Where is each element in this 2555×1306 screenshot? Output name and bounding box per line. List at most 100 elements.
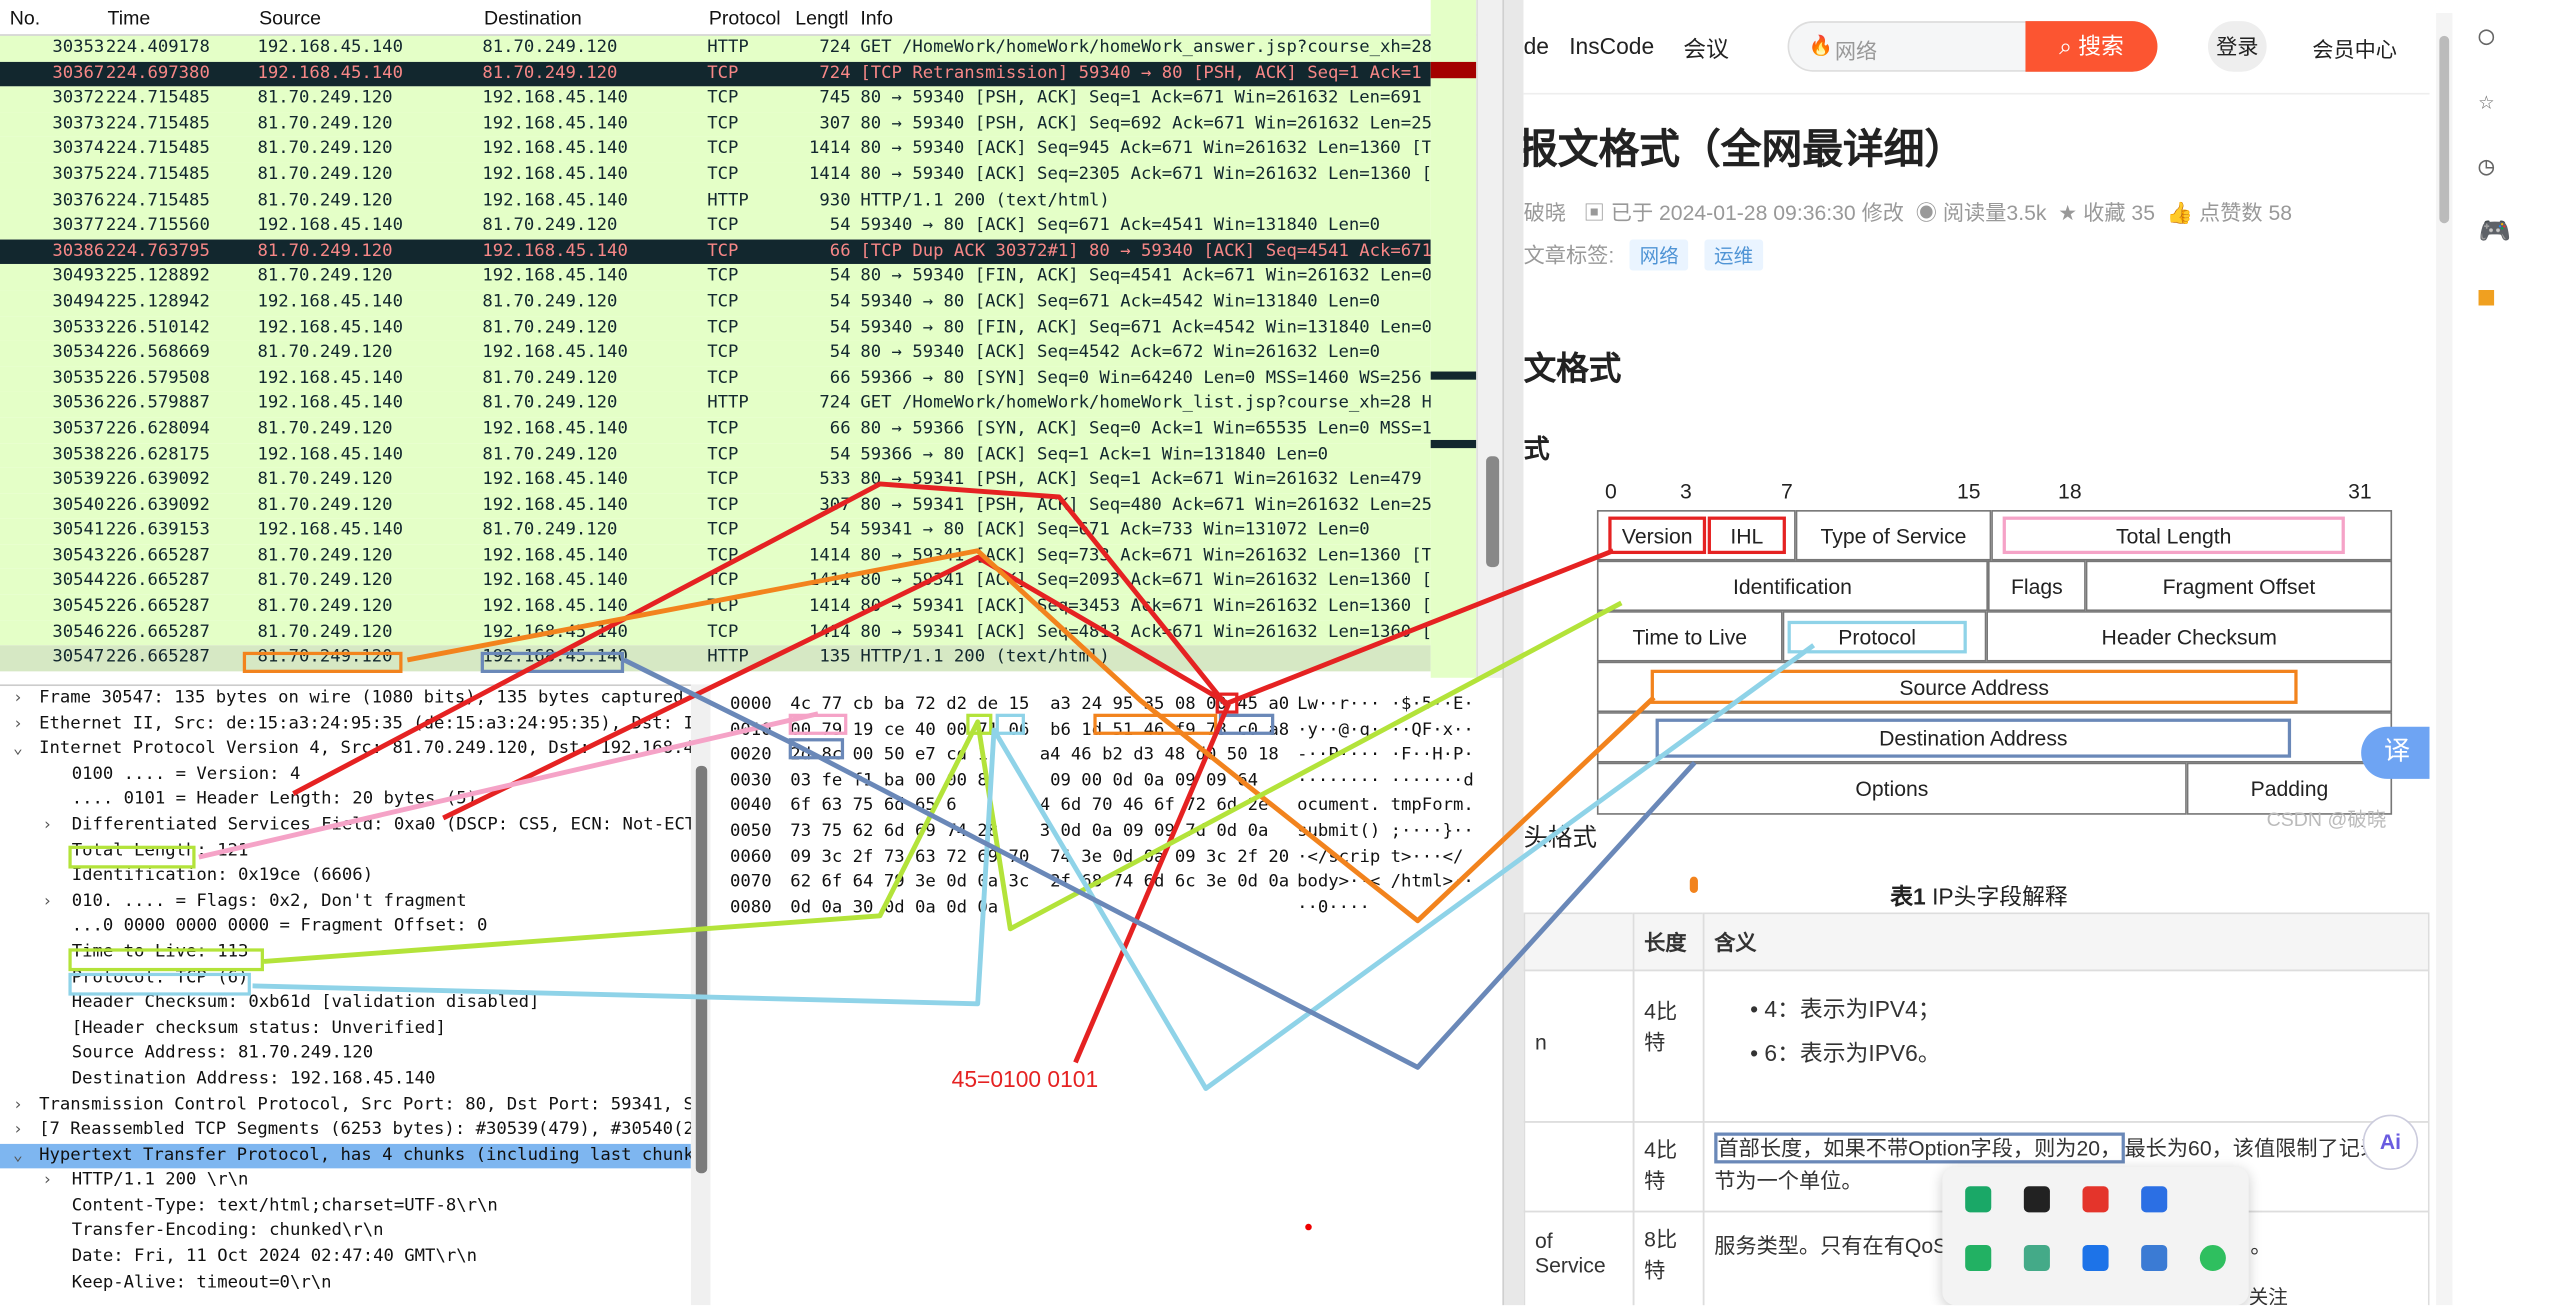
- expand-chevron-icon[interactable]: ›: [13, 686, 23, 711]
- nav-partial[interactable]: de: [1524, 33, 1549, 59]
- packet-row[interactable]: 30536 226.579887 192.168.45.140 81.70.249.1…: [0, 391, 1431, 417]
- hex-row[interactable]: 0060 09 3c 2f 73 63 72 69 70 74 3e 0d 0a …: [717, 845, 1502, 870]
- packet-row[interactable]: 30540 226.639092 81.70.249.120 192.168.45.1…: [0, 493, 1431, 519]
- hex-row[interactable]: 0080 0d 0a 30 0d 0a 0d 0a ··0····: [717, 896, 1502, 921]
- col-length[interactable]: Lengtl: [795, 7, 848, 30]
- author-name[interactable]: 破晓: [1524, 200, 1566, 224]
- details-scrollbar[interactable]: [690, 684, 711, 1306]
- packet-row[interactable]: 30537 226.628094 81.70.249.120 192.168.45.1…: [0, 416, 1431, 443]
- expand-chevron-icon[interactable]: ›: [13, 1093, 23, 1118]
- translate-button[interactable]: 译: [2361, 726, 2430, 779]
- packet-row[interactable]: 30377 224.715560 192.168.45.140 81.70.249.1…: [0, 213, 1431, 240]
- packet-row[interactable]: 30367 224.697380 192.168.45.140 81.70.249.1…: [0, 61, 1431, 87]
- detail-line[interactable]: ⌄ Hypertext Transfer Protocol, has 4 chun…: [0, 1143, 691, 1169]
- packet-cell: TCP: [707, 367, 739, 388]
- packet-minimap[interactable]: [1430, 0, 1477, 678]
- bluetooth-icon[interactable]: [2082, 1244, 2109, 1272]
- expand-chevron-icon[interactable]: ›: [42, 813, 52, 838]
- detail-line[interactable]: [Header checksum status: Unverified]: [0, 1016, 691, 1041]
- app-tray-icon-2[interactable]: [2023, 1186, 2050, 1213]
- packet-row[interactable]: 30541 226.639153 192.168.45.140 81.70.249.1…: [0, 518, 1431, 545]
- vip-center-link[interactable]: 会员中心: [2312, 33, 2397, 64]
- expand-chevron-icon[interactable]: ⌄: [13, 737, 23, 762]
- ai-assistant-button[interactable]: Ai: [2362, 1114, 2419, 1170]
- window-divider[interactable]: [1502, 0, 1524, 1306]
- packet-row[interactable]: 30374 224.715485 81.70.249.120 192.168.45.1…: [0, 137, 1431, 163]
- page-scrollbar[interactable]: [2436, 13, 2453, 1306]
- packet-row[interactable]: 30375 224.715485 81.70.249.120 192.168.45.1…: [0, 162, 1431, 189]
- detail-line[interactable]: Transfer-Encoding: chunked\r\n: [0, 1220, 691, 1245]
- packet-row[interactable]: 30372 224.715485 81.70.249.120 192.168.45.1…: [0, 86, 1431, 113]
- packet-row[interactable]: 30535 226.579508 192.168.45.140 81.70.249.1…: [0, 366, 1431, 392]
- game-icon[interactable]: 🎮: [2478, 215, 2510, 246]
- col-info[interactable]: Info: [860, 7, 893, 30]
- search-icon[interactable]: ○: [2478, 20, 2494, 51]
- wechat-icon[interactable]: [2199, 1244, 2226, 1272]
- packet-cell: 81.70.249.120: [257, 596, 393, 617]
- sync-icon[interactable]: [2023, 1244, 2050, 1272]
- hex-row[interactable]: 0070 62 6f 64 79 3e 0d 0a 3c 2f 68 74 6d …: [717, 870, 1502, 895]
- toolbox-icon[interactable]: ■: [2478, 280, 2494, 311]
- detail-line[interactable]: Content-Type: text/html;charset=UTF-8\r\…: [0, 1194, 691, 1219]
- col-destination[interactable]: Destination: [484, 7, 582, 30]
- nav-meeting[interactable]: 会议: [1683, 33, 1729, 66]
- follow-button[interactable]: 关注: [2249, 1282, 2288, 1306]
- detail-line[interactable]: 0100 .... = Version: 4: [0, 762, 691, 787]
- app-tray-icon-3[interactable]: [2082, 1186, 2109, 1213]
- tag-ops[interactable]: 运维: [1704, 239, 1763, 271]
- col-source[interactable]: Source: [259, 7, 321, 30]
- packet-row[interactable]: 30544 226.665287 81.70.249.120 192.168.45.1…: [0, 569, 1431, 595]
- packet-row[interactable]: 30546 226.665287 81.70.249.120 192.168.45.1…: [0, 620, 1431, 646]
- app-tray-icon-1[interactable]: [1965, 1186, 1992, 1213]
- app-tray-icon-5[interactable]: [1965, 1244, 1992, 1272]
- detail-line[interactable]: › Ethernet II, Src: de:15:a3:24:95:35 (de…: [0, 711, 691, 736]
- hex-row[interactable]: 0040 6f 63 75 6d 65 6 4 6d 70 46 6f 72 6d…: [717, 794, 1502, 819]
- detail-line[interactable]: ⌄ Internet Protocol Version 4, Src: 81.70…: [0, 737, 691, 762]
- detail-line[interactable]: › [7 Reassembled TCP Segments (6253 bytes…: [0, 1118, 691, 1143]
- detail-line[interactable]: › 010. .... = Flags: 0x2, Don't fragment: [0, 889, 691, 914]
- packet-row[interactable]: 30539 226.639092 81.70.249.120 192.168.45.1…: [0, 467, 1431, 494]
- packet-row[interactable]: 30376 224.715485 81.70.249.120 192.168.45.1…: [0, 188, 1431, 214]
- star-icon[interactable]: ☆: [2478, 85, 2494, 116]
- packet-row[interactable]: 30533 226.510142 192.168.45.140 81.70.249.1…: [0, 315, 1431, 341]
- tag-network[interactable]: 网络: [1629, 239, 1689, 271]
- history-icon[interactable]: ◷: [2478, 150, 2494, 181]
- expand-chevron-icon[interactable]: ›: [13, 711, 23, 736]
- nav-inscode[interactable]: InsCode: [1569, 33, 1654, 59]
- col-protocol[interactable]: Protocol: [709, 7, 781, 30]
- expand-chevron-icon[interactable]: ›: [13, 1118, 23, 1143]
- packet-row[interactable]: 30494 225.128942 192.168.45.140 81.70.249.1…: [0, 289, 1431, 316]
- packet-row[interactable]: 30543 226.665287 81.70.249.120 192.168.45.1…: [0, 544, 1431, 570]
- packet-row[interactable]: 30493 225.128892 81.70.249.120 192.168.45.1…: [0, 264, 1431, 290]
- detail-line[interactable]: Keep-Alive: timeout=0\r\n: [0, 1270, 691, 1295]
- packet-row[interactable]: 30373 224.715485 81.70.249.120 192.168.45.1…: [0, 112, 1431, 138]
- detail-line[interactable]: Destination Address: 192.168.45.140: [0, 1067, 691, 1092]
- packet-row[interactable]: 30386 224.763795 81.70.249.120 192.168.45.1…: [0, 239, 1431, 265]
- packet-row[interactable]: 30538 226.628175 192.168.45.140 81.70.249.1…: [0, 442, 1431, 468]
- packet-row[interactable]: 30353 224.409178 192.168.45.140 81.70.249.1…: [0, 35, 1431, 62]
- detail-line[interactable]: › Frame 30547: 135 bytes on wire (1080 bi…: [0, 686, 691, 711]
- detail-line[interactable]: › Differentiated Services Field: 0xa0 (DS…: [0, 813, 691, 838]
- packet-row[interactable]: 30534 226.568669 81.70.249.120 192.168.45.1…: [0, 340, 1431, 367]
- detail-line[interactable]: ...0 0000 0000 0000 = Fragment Offset: 0: [0, 915, 691, 940]
- col-time[interactable]: Time: [108, 7, 151, 30]
- packet-cell: HTTP: [707, 189, 749, 210]
- detail-line[interactable]: Source Address: 81.70.249.120: [0, 1042, 691, 1067]
- app-tray-icon-4[interactable]: [2141, 1186, 2168, 1213]
- detail-line[interactable]: › HTTP/1.1 200 \r\n: [0, 1169, 691, 1194]
- security-icon[interactable]: [2141, 1244, 2168, 1272]
- login-button[interactable]: 登录: [2207, 21, 2267, 72]
- expand-chevron-icon[interactable]: ›: [42, 889, 52, 914]
- packet-row[interactable]: 30545 226.665287 81.70.249.120 192.168.45.1…: [0, 594, 1431, 621]
- hex-row[interactable]: 0030 03 fe f1 ba 00 00 8 09 00 0d 0a 09 0…: [717, 769, 1502, 794]
- packet-row[interactable]: 30547 226.665287 81.70.249.120 192.168.45.1…: [0, 645, 1431, 672]
- search-button[interactable]: ⌕ 搜索: [2025, 21, 2158, 72]
- col-no[interactable]: No.: [10, 7, 40, 30]
- detail-line[interactable]: .... 0101 = Header Length: 20 bytes (5): [0, 788, 691, 813]
- hex-row[interactable]: 0050 73 75 62 6d 69 74 28 3 0d 0a 09 09 7…: [717, 820, 1502, 845]
- expand-chevron-icon[interactable]: ⌄: [13, 1143, 23, 1168]
- detail-line[interactable]: Date: Fri, 11 Oct 2024 02:47:40 GMT\r\n: [0, 1245, 691, 1270]
- packet-list-scrollbar[interactable]: [1476, 0, 1506, 678]
- expand-chevron-icon[interactable]: ›: [42, 1169, 52, 1194]
- detail-line[interactable]: › Transmission Control Protocol, Src Port…: [0, 1093, 691, 1118]
